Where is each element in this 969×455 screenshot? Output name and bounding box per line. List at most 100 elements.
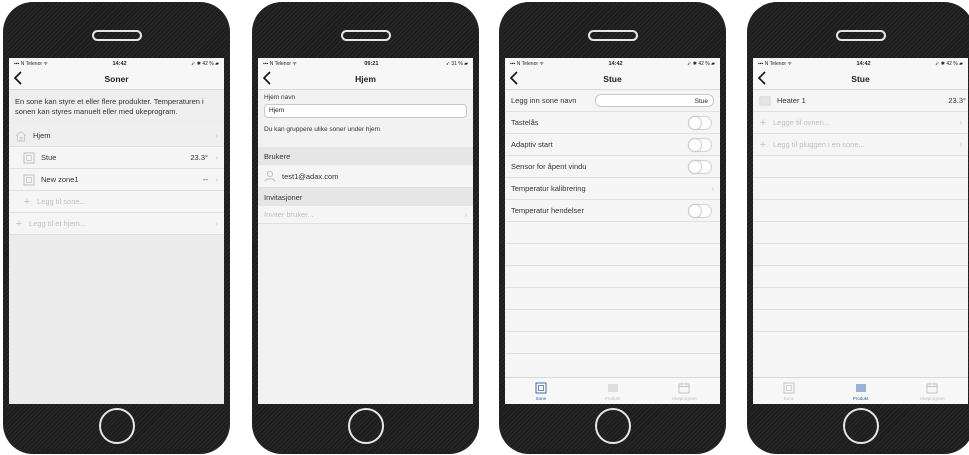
- adaptive-start-toggle[interactable]: [688, 137, 712, 152]
- wifi-icon: ᯤ: [292, 60, 297, 67]
- signal-icon: ▪▪▪: [510, 60, 516, 67]
- nav-bar: Hjem: [258, 69, 473, 90]
- products-content: Heater 1 23.3° + Legge til ovnen... › + …: [753, 90, 968, 404]
- page-title: Soner: [104, 74, 129, 84]
- zone-temperature: --: [203, 175, 208, 184]
- tab-produkt[interactable]: Produkt: [577, 378, 649, 404]
- plus-icon: +: [23, 195, 31, 208]
- screen-stue-settings: ▪▪▪ N Telenor ᯤ 14:42 ➶ ✱ 42 % ▰ Stue Le…: [505, 58, 720, 404]
- carrier-label: ▪▪▪ N Telenor ᯤ: [510, 60, 544, 67]
- home-button[interactable]: [842, 408, 879, 444]
- battery-indicator: ➶ ✱ 42 % ▰: [935, 60, 963, 67]
- invite-user-label: Inviter bruker...: [264, 210, 314, 219]
- tab-ukeprogram[interactable]: Ukeprogram: [896, 378, 968, 404]
- keylock-row: Tastelås: [505, 112, 720, 134]
- house-icon: [15, 130, 27, 142]
- empty-row: [753, 222, 968, 244]
- calendar-icon: [678, 382, 690, 394]
- status-time: 14:42: [856, 60, 871, 67]
- nav-bar: Stue: [505, 69, 720, 90]
- open-window-toggle[interactable]: [688, 159, 712, 174]
- tab-sone[interactable]: Sone: [753, 378, 825, 404]
- home-label: Hjem: [33, 131, 51, 140]
- chevron-right-icon: ›: [215, 153, 218, 162]
- empty-row: [505, 266, 720, 288]
- tab-bar: Sone Produkt Ukeprogram: [753, 377, 968, 404]
- home-content: Hjem navn Hjem Du kan gruppere ulike son…: [258, 90, 473, 404]
- empty-row: [753, 244, 968, 266]
- zone-row[interactable]: Stue 23.3° ›: [9, 147, 224, 169]
- add-plug-row[interactable]: + Legg til pluggen i en sone... ›: [753, 134, 968, 156]
- zone-row[interactable]: New zone1 -- ›: [9, 169, 224, 191]
- zone-name-input[interactable]: Stue: [595, 94, 714, 107]
- invite-user-row[interactable]: Inviter bruker... ›: [258, 206, 473, 224]
- events-toggle[interactable]: [688, 203, 712, 218]
- home-name-input[interactable]: Hjem: [264, 104, 467, 118]
- wifi-icon: ᯤ: [539, 60, 544, 67]
- home-row[interactable]: Hjem ›: [9, 125, 224, 147]
- speaker-grille: [587, 30, 638, 41]
- phone-stue-settings: ▪▪▪ N Telenor ᯤ 14:42 ➶ ✱ 42 % ▰ Stue Le…: [499, 2, 726, 454]
- events-row: Temperatur hendelser: [505, 200, 720, 222]
- tab-sone[interactable]: Sone: [505, 378, 577, 404]
- open-window-row: Sensor for åpent vindu: [505, 156, 720, 178]
- add-oven-label: Legge til ovnen...: [773, 118, 831, 127]
- heater-row[interactable]: Heater 1 23.3°: [753, 90, 968, 112]
- add-home-row[interactable]: + Legg til et hjem... ›: [9, 213, 224, 235]
- page-title: Hjem: [355, 74, 376, 84]
- back-chevron-icon[interactable]: [263, 71, 275, 87]
- battery-icon: ▰: [711, 60, 715, 67]
- back-chevron-icon[interactable]: [14, 71, 26, 87]
- tab-label: Produkt: [852, 395, 869, 401]
- add-oven-row[interactable]: + Legge til ovnen... ›: [753, 112, 968, 134]
- signal-icon: ▪▪▪: [263, 60, 269, 67]
- empty-row: [753, 288, 968, 310]
- phone-stue-products: ▪▪▪ N Telenor ᯤ 14:42 ➶ ✱ 42 % ▰ Stue He…: [747, 2, 969, 454]
- home-button[interactable]: [347, 408, 384, 444]
- calibration-row[interactable]: Temperatur kalibrering ›: [505, 178, 720, 200]
- add-home-label: Legg til et hjem...: [29, 219, 87, 228]
- add-zone-label: Legg til sone...: [37, 197, 86, 206]
- status-bar: ▪▪▪ N Telenor ᯤ 14:42 ➶ ✱ 42 % ▰: [9, 58, 224, 69]
- speaker-grille: [340, 30, 391, 41]
- tab-ukeprogram[interactable]: Ukeprogram: [648, 378, 720, 404]
- page-title: Stue: [851, 74, 870, 84]
- empty-row: [753, 266, 968, 288]
- tab-bar: Sone Produkt Ukeprogram: [505, 377, 720, 404]
- battery-icon: ▰: [464, 60, 468, 67]
- status-time: 14:42: [608, 60, 623, 67]
- chevron-right-icon: ›: [215, 219, 218, 228]
- add-zone-row[interactable]: + Legg til sone...: [9, 191, 224, 213]
- tab-label: Sone: [535, 395, 547, 401]
- back-chevron-icon[interactable]: [510, 71, 522, 87]
- home-button[interactable]: [98, 408, 135, 444]
- zone-name: Stue: [41, 153, 57, 162]
- battery-indicator: ➶ ✱ 42 % ▰: [191, 60, 219, 67]
- speaker-grille: [835, 30, 886, 41]
- heater-icon: [759, 95, 771, 107]
- zone-icon: [783, 382, 795, 394]
- screen-stue-products: ▪▪▪ N Telenor ᯤ 14:42 ➶ ✱ 42 % ▰ Stue He…: [753, 58, 968, 404]
- speaker-grille: [91, 30, 142, 41]
- zone-temperature: 23.3°: [190, 153, 208, 162]
- nav-bar: Soner: [9, 69, 224, 90]
- empty-row: [753, 200, 968, 222]
- empty-row: [753, 310, 968, 332]
- heater-temperature: 23.3°: [948, 96, 966, 105]
- status-bar: ▪▪▪ N Telenor ᯤ 09:21 ➶ 31 % ▰: [258, 58, 473, 69]
- calendar-icon: [926, 382, 938, 394]
- empty-row: [505, 310, 720, 332]
- plus-icon: +: [759, 116, 767, 129]
- tab-produkt[interactable]: Produkt: [825, 378, 897, 404]
- tab-label: Ukeprogram: [919, 395, 945, 401]
- phone-soner: ▪▪▪ N Telenor ᯤ 14:42 ➶ ✱ 42 % ▰ Soner E…: [3, 2, 230, 454]
- zone-settings-content: Legg inn sone navn Stue Tastelås Adaptiv…: [505, 90, 720, 404]
- home-button[interactable]: [594, 408, 631, 444]
- chevron-right-icon: ›: [959, 140, 962, 149]
- back-chevron-icon[interactable]: [758, 71, 770, 87]
- tab-label: Sone: [783, 395, 795, 401]
- empty-row: [505, 332, 720, 354]
- keylock-toggle[interactable]: [688, 115, 712, 130]
- keylock-label: Tastelås: [511, 118, 539, 127]
- user-row[interactable]: test1@adax.com: [258, 165, 473, 188]
